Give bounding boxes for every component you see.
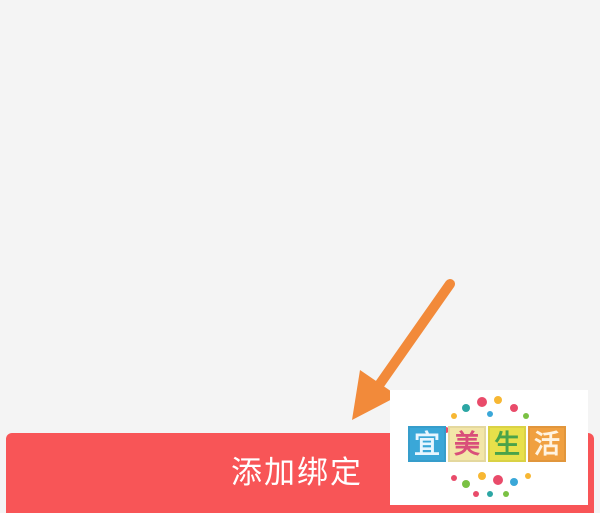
watermark-logo: 宜 美 生 活	[390, 390, 588, 505]
watermark-char: 生	[488, 426, 526, 462]
watermark-text: 宜 美 生 活	[408, 426, 568, 462]
watermark-char: 宜	[408, 426, 446, 462]
watermark-char: 活	[528, 426, 566, 462]
watermark-char: 美	[448, 426, 486, 462]
bank-card-page: 添加绑定 宜 美 生 活	[0, 0, 600, 513]
